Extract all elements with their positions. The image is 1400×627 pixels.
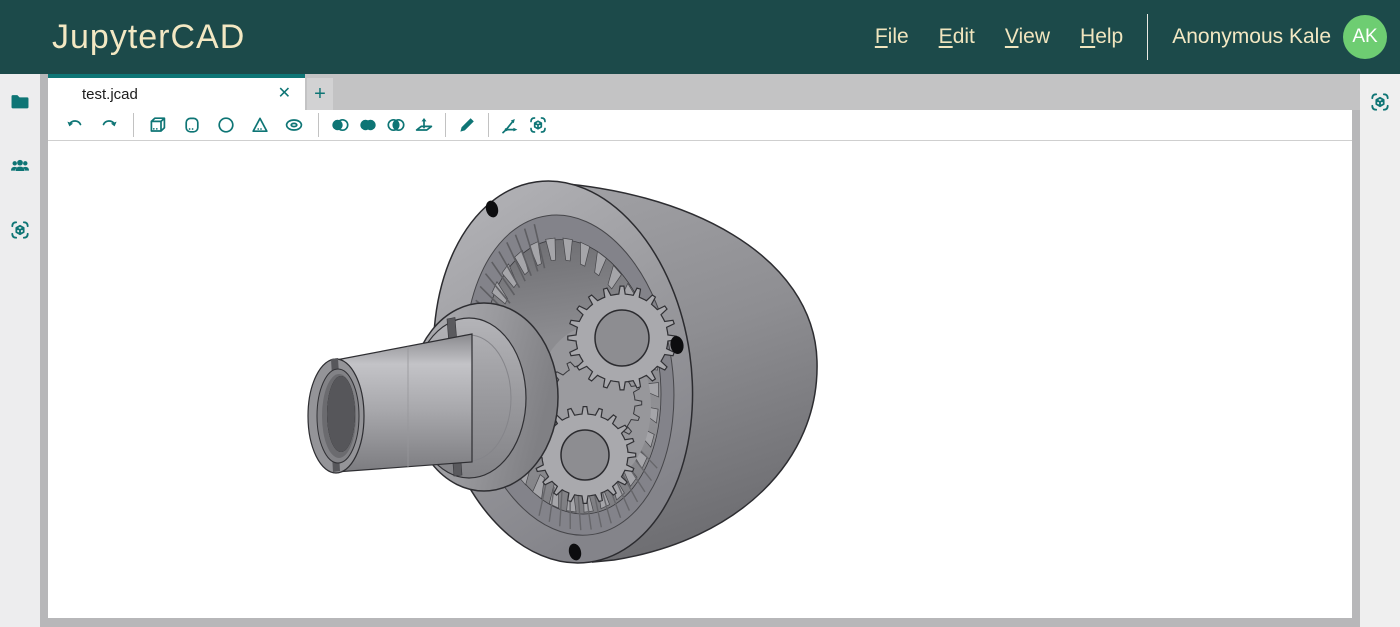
3d-viewport[interactable] [48,141,1352,618]
cad-toolbar [48,110,1352,141]
axes-icon [500,115,520,135]
menu-view[interactable]: View [1005,25,1050,49]
folder-icon [9,91,31,118]
new-cone-button[interactable] [243,112,277,138]
extrusion-icon [414,115,434,135]
toolbar-separator [488,113,489,137]
union-button[interactable] [354,112,382,138]
exploded-view-icon [528,115,548,135]
cut-icon [330,115,350,135]
tab-bar: test.jcad ✕ + [48,74,1360,110]
tab-test-jcad[interactable]: test.jcad ✕ [48,74,305,110]
intersection-button[interactable] [382,112,410,138]
toolbar-separator [318,113,319,137]
union-icon [358,115,378,135]
menu-file[interactable]: File [875,25,909,49]
user-avatar[interactable]: AK [1343,15,1387,59]
menu-help[interactable]: Help [1080,25,1123,49]
cube-viewfinder-icon [9,219,31,246]
user-name: Anonymous Kale [1172,25,1331,49]
cube-viewfinder-icon [1369,91,1391,118]
bottom-divider [48,618,1352,627]
sidebar-item-cad-panel[interactable] [4,216,36,248]
cad-model-planetary-gearbox [48,141,1352,618]
left-divider [40,74,48,627]
new-tab-button[interactable]: + [307,78,333,110]
left-sidebar [0,74,40,627]
right-sidebar [1360,74,1400,627]
exploded-view-button[interactable] [524,112,552,138]
sphere-icon [216,115,236,135]
tab-label: test.jcad [82,86,138,103]
menu-bar: File Edit View Help [875,25,1123,49]
intersection-icon [386,115,406,135]
undo-button[interactable] [58,112,92,138]
sketch-button[interactable] [453,112,481,138]
box-icon [148,115,168,135]
torus-icon [284,115,304,135]
toolbar-separator [445,113,446,137]
axes-helper-button[interactable] [496,112,524,138]
header-divider [1147,14,1148,60]
menu-edit[interactable]: Edit [939,25,975,49]
toolbar-separator [133,113,134,137]
tab-close-icon[interactable]: ✕ [278,86,291,102]
sidebar-item-collaborators[interactable] [4,152,36,184]
cone-icon [250,115,270,135]
cylinder-icon [182,115,202,135]
new-box-button[interactable] [141,112,175,138]
new-torus-button[interactable] [277,112,311,138]
new-sphere-button[interactable] [209,112,243,138]
sidebar-item-properties-panel[interactable] [1364,88,1396,120]
pencil-icon [457,115,477,135]
app-logo: JupyterCAD [52,18,245,57]
header-right: File Edit View Help Anonymous Kale AK [875,14,1400,60]
jupytercad-app: JupyterCAD File Edit View Help Anonymous… [0,0,1400,627]
app-header: JupyterCAD File Edit View Help Anonymous… [0,0,1400,74]
users-icon [9,155,31,182]
redo-icon [99,115,119,135]
redo-button[interactable] [92,112,126,138]
sidebar-item-file-browser[interactable] [4,88,36,120]
undo-icon [65,115,85,135]
right-divider [1352,110,1360,627]
new-cylinder-button[interactable] [175,112,209,138]
cut-button[interactable] [326,112,354,138]
extrusion-button[interactable] [410,112,438,138]
